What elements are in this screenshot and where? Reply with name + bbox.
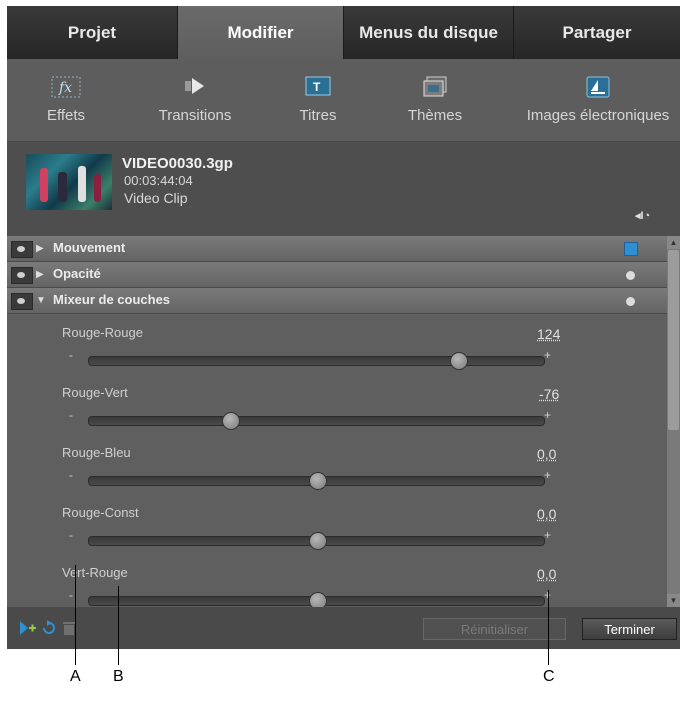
clip-info: VIDEO0030.3gp 00:03:44:04 Video Clip ◂I◔ bbox=[7, 142, 680, 237]
clip-name: VIDEO0030.3gp bbox=[122, 155, 233, 172]
reset-button[interactable]: Réinitialiser bbox=[423, 618, 566, 640]
clip-art-button[interactable]: Images électroniques bbox=[517, 59, 679, 141]
effect-row-mouvement[interactable]: ▶ Mouvement bbox=[7, 236, 667, 262]
slider-knob[interactable] bbox=[449, 352, 468, 370]
visibility-eye-icon[interactable] bbox=[11, 293, 33, 310]
slider-knob[interactable] bbox=[308, 472, 327, 490]
effect-row-mixeur-de-couches[interactable]: ▼ Mixeur de couches bbox=[7, 288, 667, 314]
themes-label: Thèmes bbox=[407, 107, 463, 124]
scroll-up-arrow-icon[interactable]: ▲ bbox=[667, 236, 680, 249]
transitions-button[interactable]: Transitions bbox=[145, 59, 245, 141]
slider-minus: - bbox=[69, 528, 73, 542]
callout-line-b bbox=[118, 586, 119, 665]
param-value-rouge-rouge[interactable]: 124 bbox=[537, 326, 560, 342]
slider-track-rouge-rouge[interactable] bbox=[88, 352, 545, 370]
collapse-triangle-icon[interactable]: ▼ bbox=[36, 295, 46, 306]
themes-icon bbox=[422, 76, 448, 102]
keyframe-stopwatch-icon[interactable] bbox=[624, 242, 638, 256]
slider-track-vert-rouge[interactable] bbox=[88, 592, 545, 607]
titles-button[interactable]: T Titres bbox=[287, 59, 349, 141]
effects-list: ▶ Mouvement ▶ Opacité ▼ Mixeur de couche… bbox=[7, 236, 667, 607]
slider-minus: - bbox=[69, 468, 73, 482]
effects-button[interactable]: fx Effets bbox=[35, 59, 97, 141]
themes-button[interactable]: Thèmes bbox=[400, 59, 470, 141]
effect-row-opacite[interactable]: ▶ Opacité bbox=[7, 262, 667, 288]
keyframe-toggle-icon[interactable]: ◂I◔ bbox=[635, 209, 650, 222]
edit-toolbar: fx Effets Transitions T Titres Thèmes Im… bbox=[7, 59, 680, 142]
effect-name: Mixeur de couches bbox=[53, 292, 171, 307]
fx-icon: fx bbox=[51, 76, 81, 102]
param-value-vert-rouge[interactable]: 0,0 bbox=[537, 566, 556, 582]
tab-modifier[interactable]: Modifier bbox=[178, 6, 344, 59]
svg-text:T: T bbox=[313, 80, 321, 94]
scroll-down-arrow-icon[interactable]: ▼ bbox=[667, 594, 680, 607]
slider-plus: + bbox=[544, 408, 552, 422]
expand-triangle-icon[interactable]: ▶ bbox=[36, 243, 44, 254]
properties-panel: Projet Modifier Menus du disque Partager… bbox=[7, 6, 680, 649]
slider-track-rouge-vert[interactable] bbox=[88, 412, 545, 430]
expand-triangle-icon[interactable]: ▶ bbox=[36, 269, 44, 280]
transitions-icon bbox=[183, 76, 207, 100]
slider-minus: - bbox=[69, 348, 73, 362]
param-label-rouge-vert: Rouge-Vert bbox=[62, 385, 128, 400]
param-label-rouge-rouge: Rouge-Rouge bbox=[62, 325, 143, 340]
bottom-bar: Réinitialiser Terminer bbox=[7, 607, 680, 649]
effects-scrollbar[interactable]: ▲ ▼ bbox=[667, 236, 680, 607]
slider-track-rouge-const[interactable] bbox=[88, 532, 545, 550]
clip-type: Video Clip bbox=[124, 190, 188, 206]
slider-track-rouge-bleu[interactable] bbox=[88, 472, 545, 490]
tab-projet[interactable]: Projet bbox=[7, 6, 178, 59]
param-value-rouge-bleu[interactable]: 0,0 bbox=[537, 446, 556, 462]
callout-line-a bbox=[75, 565, 76, 665]
transitions-label: Transitions bbox=[158, 107, 232, 124]
clip-duration: 00:03:44:04 bbox=[124, 173, 193, 188]
slider-knob[interactable] bbox=[222, 412, 241, 430]
tab-bar: Projet Modifier Menus du disque Partager bbox=[7, 6, 680, 59]
titles-label: Titres bbox=[299, 107, 337, 124]
titles-icon: T bbox=[305, 76, 331, 100]
clip-art-label: Images électroniques bbox=[526, 107, 670, 124]
svg-text:fx: fx bbox=[58, 80, 72, 96]
scrollbar-thumb[interactable] bbox=[668, 250, 679, 430]
slider-plus: + bbox=[544, 528, 552, 542]
tab-menus-du-disque[interactable]: Menus du disque bbox=[344, 6, 514, 59]
param-value-rouge-const[interactable]: 0,0 bbox=[537, 506, 556, 522]
refresh-icon[interactable] bbox=[41, 620, 57, 636]
callout-label-a: A bbox=[70, 668, 81, 685]
callout-label-c: C bbox=[543, 668, 555, 685]
done-button[interactable]: Terminer bbox=[582, 618, 677, 640]
keyframe-stopwatch-icon[interactable] bbox=[624, 294, 638, 308]
slider-knob[interactable] bbox=[308, 592, 327, 607]
keyframe-stopwatch-icon[interactable] bbox=[624, 268, 638, 282]
clip-art-icon bbox=[586, 76, 610, 102]
slider-minus: - bbox=[69, 408, 73, 422]
tab-partager[interactable]: Partager bbox=[514, 6, 680, 59]
param-value-rouge-vert[interactable]: -76 bbox=[539, 386, 559, 402]
effect-name: Opacité bbox=[53, 266, 101, 281]
slider-plus: + bbox=[544, 468, 552, 482]
clip-thumbnail bbox=[26, 154, 112, 210]
param-label-rouge-const: Rouge-Const bbox=[62, 505, 139, 520]
callout-label-b: B bbox=[113, 668, 124, 685]
visibility-eye-icon[interactable] bbox=[11, 241, 33, 258]
param-label-rouge-bleu: Rouge-Bleu bbox=[62, 445, 131, 460]
param-label-vert-rouge: Vert-Rouge bbox=[62, 565, 128, 580]
slider-plus: + bbox=[544, 348, 552, 362]
slider-minus: - bbox=[69, 588, 73, 602]
visibility-eye-icon[interactable] bbox=[11, 267, 33, 284]
effects-label: Effets bbox=[46, 107, 86, 124]
add-effect-icon[interactable] bbox=[19, 620, 36, 636]
effect-name: Mouvement bbox=[53, 240, 126, 255]
callout-line-c bbox=[548, 590, 549, 665]
slider-knob[interactable] bbox=[308, 532, 327, 550]
